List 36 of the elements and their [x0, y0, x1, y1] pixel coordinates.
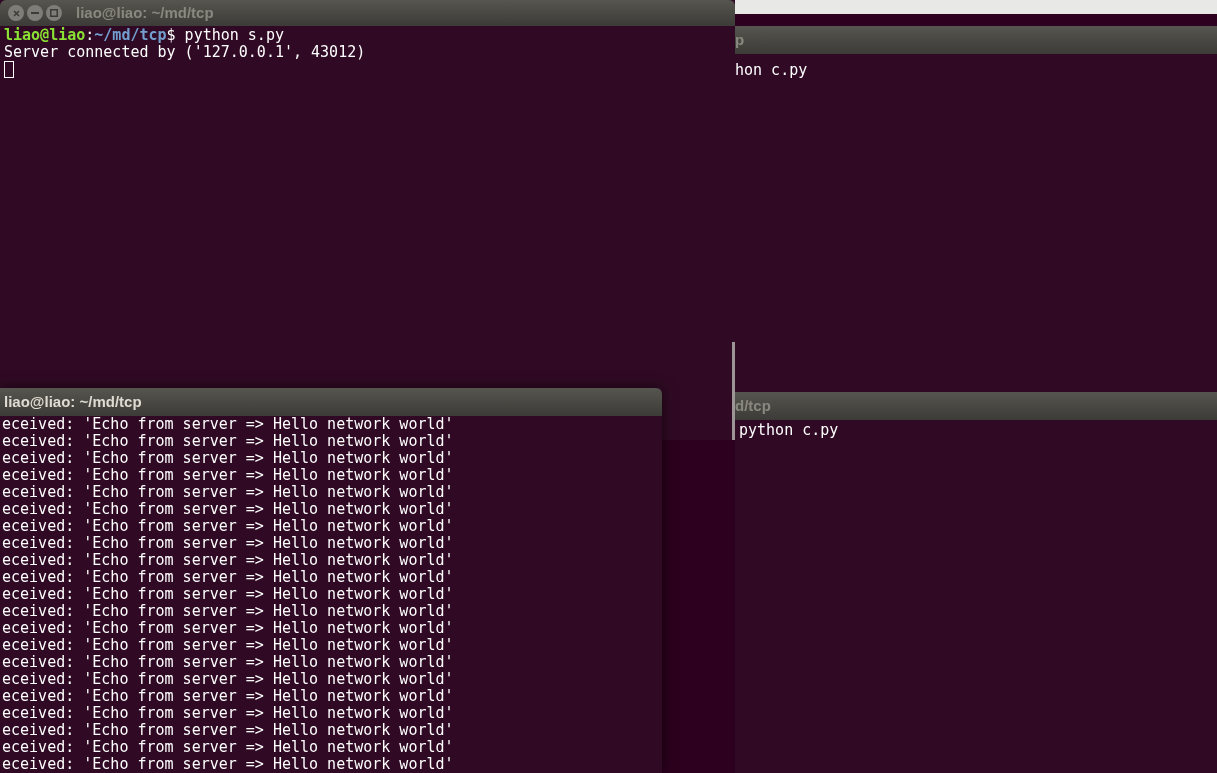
output-line: hon c.py — [735, 62, 809, 79]
maximize-button[interactable] — [46, 5, 62, 21]
minimize-icon — [31, 12, 39, 14]
output-line: eceived: 'Echo from server => Hello network world' — [2, 433, 455, 450]
output-line: Server connected by ('127.0.0.1', 43012) — [4, 44, 367, 61]
output-line: eceived: 'Echo from server => Hello network world' — [2, 620, 455, 637]
window-title: p — [735, 29, 745, 50]
output-line: eceived: 'Echo from server => Hello network world' — [2, 518, 455, 535]
output-line: eceived: 'Echo from server => Hello network world' — [2, 637, 455, 654]
output-line: eceived: 'Echo from server => Hello network world' — [2, 467, 455, 484]
maximize-icon — [50, 9, 58, 17]
output-line: eceived: 'Echo from server => Hello network world' — [2, 552, 455, 569]
output-line: eceived: 'Echo from server => Hello network world' — [2, 756, 455, 773]
output-line: eceived: 'Echo from server => Hello network world' — [2, 450, 455, 467]
output-line: eceived: 'Echo from server => Hello network world' — [2, 501, 455, 518]
output-line: eceived: 'Echo from server => Hello network world' — [2, 654, 455, 671]
output-line: eceived: 'Echo from server => Hello network world' — [2, 416, 455, 433]
output-line: eceived: 'Echo from server => Hello network world' — [2, 569, 455, 586]
window-title: liao@liao: ~/md/tcp — [4, 391, 142, 412]
window-title: liao@liao: ~/md/tcp — [76, 2, 214, 23]
close-icon — [12, 9, 20, 17]
output-line: eceived: 'Echo from server => Hello network world' — [2, 722, 455, 739]
close-button[interactable] — [8, 5, 24, 21]
output-line: eceived: 'Echo from server => Hello network world' — [2, 705, 455, 722]
output-line: eceived: 'Echo from server => Hello network world' — [2, 535, 455, 552]
window-title: d/tcp — [735, 395, 771, 416]
output-line: eceived: 'Echo from server => Hello network world' — [2, 671, 455, 688]
scrollbar[interactable] — [732, 342, 735, 440]
output-line: eceived: 'Echo from server => Hello network world' — [2, 586, 455, 603]
output-line: python c.py — [739, 422, 840, 439]
output-line: eceived: 'Echo from server => Hello network world' — [2, 484, 455, 501]
prompt-line: liao@liao:~/md/tcp$ python s.py — [4, 27, 285, 44]
output-line: eceived: 'Echo from server => Hello network world' — [2, 739, 455, 756]
output-line: eceived: 'Echo from server => Hello network world' — [2, 603, 455, 620]
minimize-button[interactable] — [27, 5, 43, 21]
output-line: eceived: 'Echo from server => Hello network world' — [2, 688, 455, 705]
